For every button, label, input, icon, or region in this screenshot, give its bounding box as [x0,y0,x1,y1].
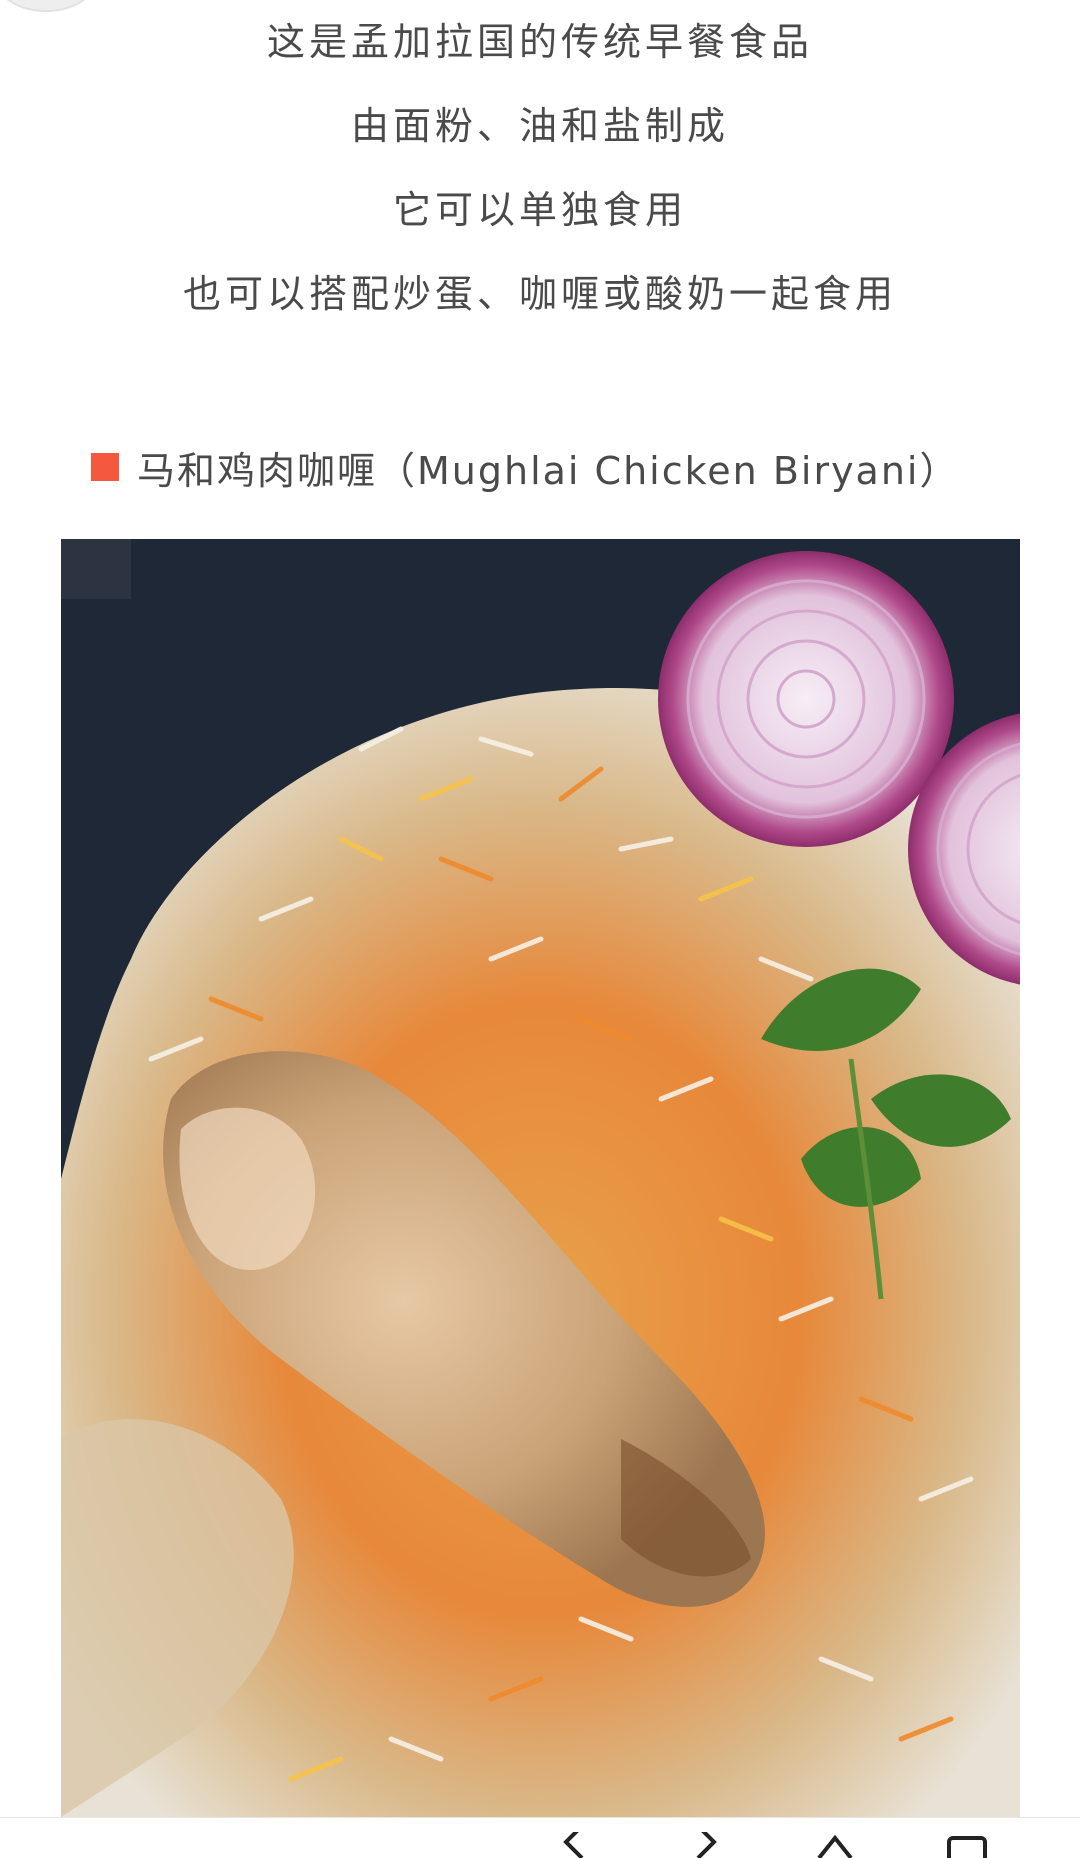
bottom-toolbar [0,1817,1080,1858]
section-heading: 马和鸡肉咖喱（Mughlai Chicken Biryani） [91,442,960,493]
biryani-photo[interactable] [61,539,1020,1817]
avatar [0,0,98,12]
square-marker-icon [91,453,119,481]
forward-arrow-icon[interactable] [690,1832,720,1858]
intro-line: 它可以单独食用 [392,188,687,232]
tabs-icon[interactable] [945,1832,989,1858]
intro-line: 也可以搭配炒蛋、咖喱或酸奶一起食用 [182,272,897,316]
back-arrow-icon[interactable] [560,1832,590,1858]
intro-line: 由面粉、油和盐制成 [350,104,729,148]
home-icon[interactable] [815,1832,855,1858]
intro-line: 这是孟加拉国的传统早餐食品 [266,20,813,64]
section-heading-text: 马和鸡肉咖喱（Mughlai Chicken Biryani） [137,448,960,493]
